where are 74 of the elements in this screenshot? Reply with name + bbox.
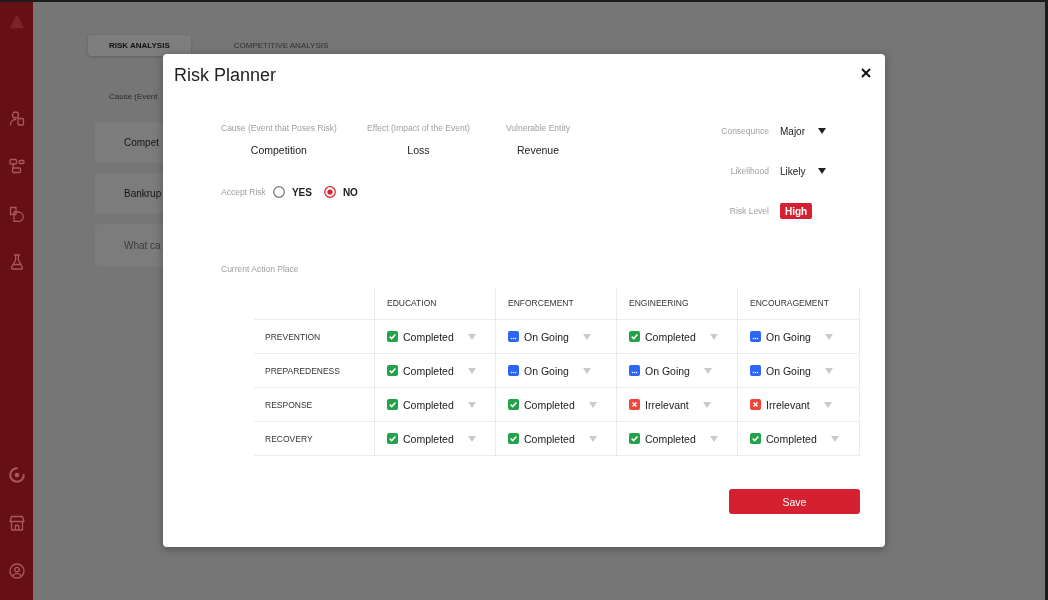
field-value: Loss: [407, 144, 430, 157]
status-dropdown[interactable]: On Going: [508, 364, 591, 377]
tab[interactable]: RISK ANALYSIS: [88, 35, 191, 56]
column-label: Cause (Event: [108, 92, 158, 102]
status-dropdown[interactable]: Completed: [387, 398, 476, 411]
target-icon[interactable]: [8, 467, 25, 483]
tick-icon: [750, 433, 761, 444]
caret-icon[interactable]: [818, 128, 826, 134]
tick-icon: [387, 399, 398, 410]
status-dropdown[interactable]: On Going: [750, 364, 833, 377]
column-header: ENFORCEMENT: [508, 298, 574, 308]
section-label: Current Action Place: [221, 264, 299, 275]
status-dropdown[interactable]: Completed: [629, 330, 718, 343]
row-header: PREPAREDENESS: [265, 365, 340, 376]
status-dropdown[interactable]: Completed: [750, 432, 839, 445]
cross-icon: [629, 399, 640, 410]
column-header: ENCOURAGEMENT: [750, 298, 829, 308]
status-dropdown[interactable]: Completed: [387, 432, 476, 445]
dots-icon: [508, 365, 519, 376]
dots-icon: [508, 331, 519, 342]
save-button[interactable]: Save: [729, 489, 860, 514]
dialog-title: Risk Planner: [174, 64, 277, 87]
flask-icon[interactable]: [8, 254, 25, 270]
likelihood-dropdown[interactable]: Likely: [780, 163, 826, 179]
field-value: Competition: [250, 144, 307, 157]
dots-icon: [750, 365, 761, 376]
radio-icon[interactable]: [323, 186, 336, 198]
status-dropdown[interactable]: On Going: [750, 330, 833, 343]
field-label: Vulnerable Entity: [506, 123, 570, 134]
account-icon[interactable]: [8, 563, 25, 579]
field-label: Consequnce: [721, 125, 769, 138]
status-dropdown[interactable]: Irrelevant: [629, 398, 711, 411]
consequence-dropdown[interactable]: Major: [780, 123, 826, 139]
store-icon[interactable]: [8, 515, 25, 531]
user-icon[interactable]: [8, 110, 25, 126]
field-label: Likelihood: [729, 165, 769, 178]
row-header: RESPONSE: [265, 399, 313, 410]
tick-icon: [508, 399, 519, 410]
field-label: Risk Level: [728, 205, 769, 218]
field-label: Effect (Impact of the Event): [367, 123, 470, 134]
field-value: Revenue: [516, 144, 559, 157]
row-header: PREVENTION: [265, 331, 321, 342]
status-dropdown[interactable]: On Going: [508, 330, 591, 343]
cause-row[interactable]: Compet: [95, 122, 163, 163]
radio-option[interactable]: NO: [323, 186, 358, 198]
status-dropdown[interactable]: Completed: [387, 364, 476, 377]
status-dropdown[interactable]: Completed: [387, 330, 476, 343]
tick-icon: [508, 433, 519, 444]
status-dropdown[interactable]: Completed: [508, 432, 597, 445]
cross-icon: [750, 399, 761, 410]
status-dropdown[interactable]: Completed: [508, 398, 597, 411]
tick-icon: [629, 433, 640, 444]
tick-icon: [387, 433, 398, 444]
cause-row[interactable]: Bankrup: [95, 173, 163, 214]
risk-level-badge: High: [780, 203, 813, 219]
column-header: EDUCATION: [387, 298, 437, 308]
dots-icon: [750, 331, 761, 342]
radio-option[interactable]: YES: [272, 186, 312, 198]
row-header: RECOVERY: [265, 433, 313, 444]
tick-icon: [387, 365, 398, 376]
status-dropdown[interactable]: On Going: [629, 364, 712, 377]
tick-icon: [387, 331, 398, 342]
field-label: Cause (Event that Poses Risk): [221, 123, 337, 134]
status-dropdown[interactable]: Completed: [629, 432, 718, 445]
dots-icon: [629, 365, 640, 376]
column-header: ENGINEERING: [629, 298, 689, 308]
radio-icon[interactable]: [272, 186, 285, 198]
status-dropdown[interactable]: Irrelevant: [750, 398, 832, 411]
caret-icon[interactable]: [818, 168, 826, 174]
shapes-icon[interactable]: [8, 206, 25, 222]
field-label: Accept Risk: [221, 186, 266, 198]
hierarchy-icon[interactable]: [8, 158, 25, 174]
tick-icon: [629, 331, 640, 342]
close-icon[interactable]: [861, 68, 871, 78]
